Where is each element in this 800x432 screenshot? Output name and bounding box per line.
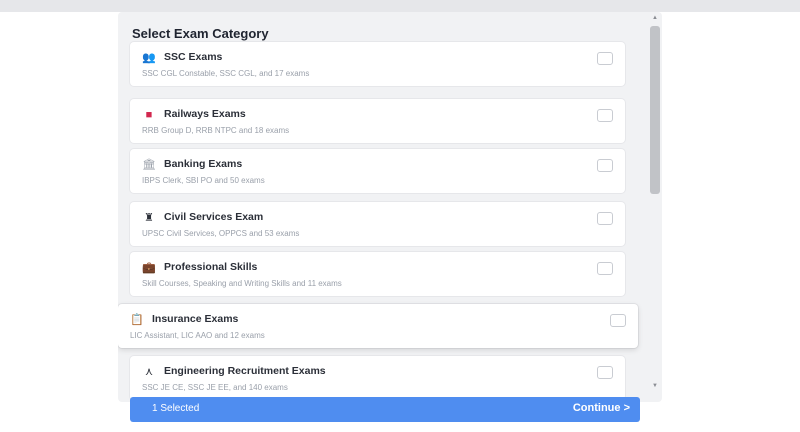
- scrollbar-thumb[interactable]: [650, 26, 660, 194]
- category-subtitle: IBPS Clerk, SBI PO and 50 exams: [142, 176, 265, 185]
- category-card[interactable]: 💼 Professional Skills Skill Courses, Speak…: [130, 252, 625, 296]
- category-checkbox[interactable]: [597, 52, 613, 65]
- category-subtitle: UPSC Civil Services, OPPCS and 53 exams: [142, 229, 300, 238]
- category-checkbox[interactable]: [597, 212, 613, 225]
- category-checkbox[interactable]: [597, 262, 613, 275]
- category-subtitle: SSC JE CE, SSC JE EE, and 140 exams: [142, 383, 288, 392]
- category-subtitle: RRB Group D, RRB NTPC and 18 exams: [142, 126, 290, 135]
- category-card[interactable]: ■ Railways Exams RRB Group D, RRB NTPC and…: [130, 99, 625, 143]
- category-subtitle: Skill Courses, Speaking and Writing Skil…: [142, 279, 342, 288]
- category-title: Civil Services Exam: [164, 211, 264, 223]
- category-checkbox[interactable]: [597, 366, 613, 379]
- category-subtitle: LIC Assistant, LIC AAO and 12 exams: [130, 331, 265, 340]
- scroll-up-arrow-icon[interactable]: ▲: [650, 14, 660, 22]
- category-title: SSC Exams: [164, 51, 223, 63]
- category-card[interactable]: ♜ Civil Services Exam UPSC Civil Services,…: [130, 202, 625, 246]
- category-title: Engineering Recruitment Exams: [164, 365, 326, 377]
- selected-count: 1 Selected: [152, 403, 200, 414]
- modal-title: Select Exam Category: [132, 26, 269, 41]
- category-checkbox[interactable]: [597, 159, 613, 172]
- continue-button[interactable]: Continue >: [573, 402, 630, 414]
- category-checkbox[interactable]: [610, 314, 626, 327]
- clipboard-icon: 📋: [130, 314, 144, 326]
- bank-icon: 🏛: [142, 159, 156, 171]
- category-checkbox[interactable]: [597, 109, 613, 122]
- trophy-icon: ♜: [144, 212, 154, 224]
- book-icon: ■: [145, 109, 153, 121]
- exam-category-modal: Select Exam Category 👥 SSC Exams SSC CGL C…: [118, 12, 662, 402]
- category-title: Railways Exams: [164, 108, 246, 120]
- category-card[interactable]: ⋏ Engineering Recruitment Exams SSC JE CE,…: [130, 356, 625, 400]
- category-title: Professional Skills: [164, 261, 258, 273]
- selection-footer-bar: 1 Selected Continue >: [130, 397, 640, 422]
- briefcase-icon: 💼: [142, 262, 156, 274]
- top-bar: [0, 0, 800, 12]
- scroll-down-arrow-icon[interactable]: ▼: [650, 382, 660, 390]
- category-subtitle: SSC CGL Constable, SSC CGL, and 17 exams: [142, 69, 310, 78]
- category-card[interactable]: 📋 Insurance Exams LIC Assistant, LIC AAO a…: [118, 304, 638, 348]
- people-icon: 👥: [142, 52, 156, 64]
- category-title: Insurance Exams: [152, 313, 239, 325]
- category-title: Banking Exams: [164, 158, 243, 170]
- category-card[interactable]: 👥 SSC Exams SSC CGL Constable, SSC CGL, an…: [130, 42, 625, 86]
- category-card[interactable]: 🏛 Banking Exams IBPS Clerk, SBI PO and 50 …: [130, 149, 625, 193]
- engineer-icon: ⋏: [144, 366, 154, 378]
